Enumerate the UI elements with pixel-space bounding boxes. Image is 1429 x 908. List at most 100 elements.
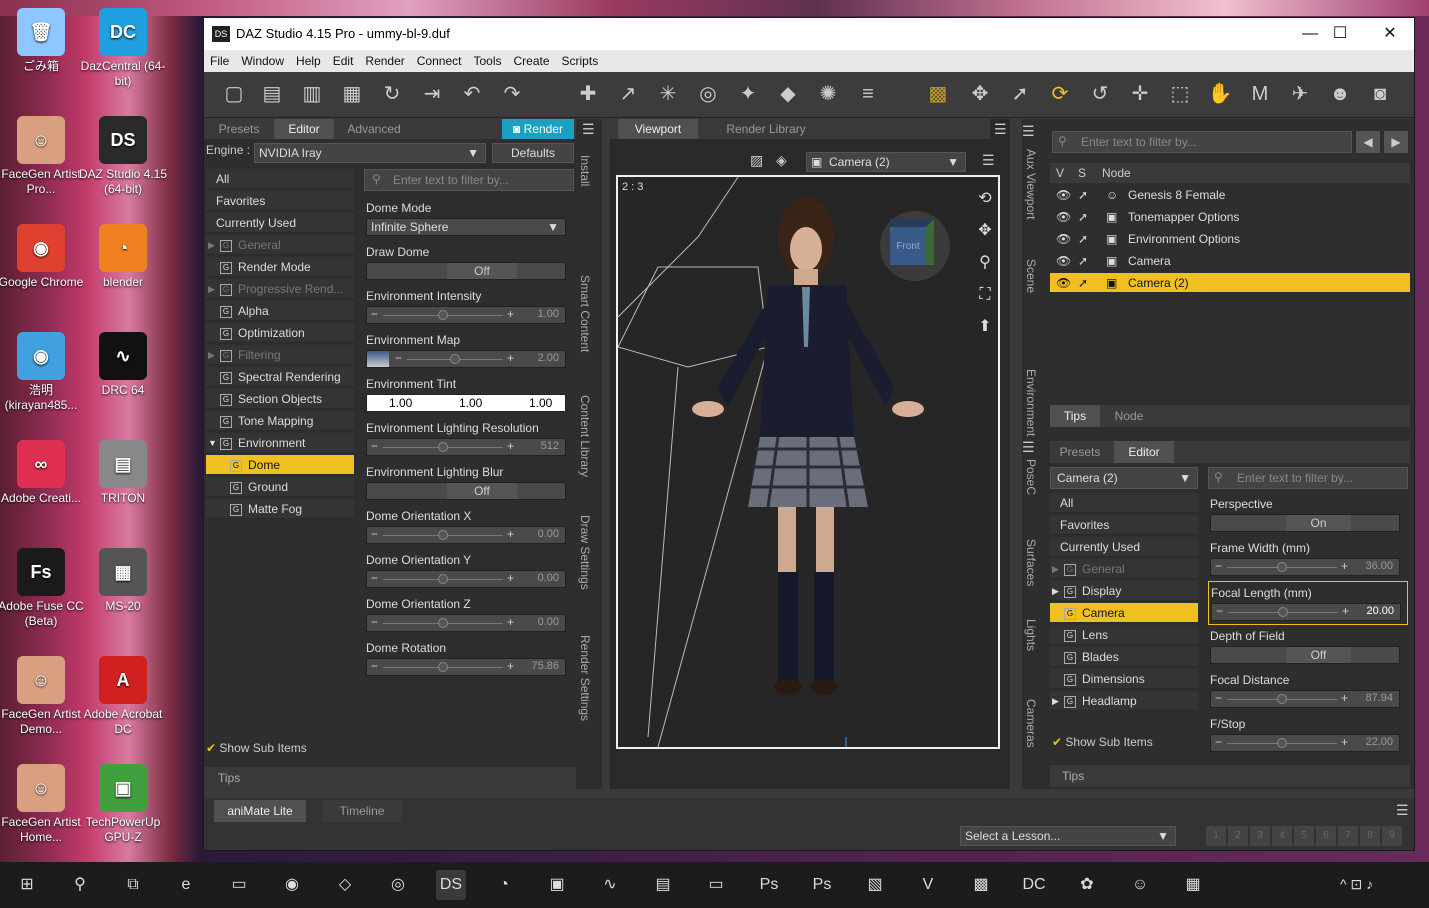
property-slider[interactable]: − +0.00: [366, 570, 566, 588]
side-tab[interactable]: Scene: [1024, 259, 1038, 293]
color-channel[interactable]: 1.00: [529, 396, 552, 410]
group-item[interactable]: ▶ G Filtering: [206, 345, 354, 365]
app-icon[interactable]: ▦: [1178, 870, 1208, 900]
orbit-icon[interactable]: ⟲: [974, 183, 996, 215]
group-item[interactable]: All: [1050, 493, 1198, 513]
figure-icon[interactable]: ☻: [1326, 80, 1354, 108]
side-tab[interactable]: Install: [578, 155, 592, 186]
pose-tool-icon[interactable]: ↗: [614, 80, 642, 108]
group-item[interactable]: ▼ G Environment: [206, 433, 354, 453]
render-filter-input[interactable]: Enter text to filter by...: [364, 169, 574, 191]
facegen-icon[interactable]: ☺: [1125, 870, 1155, 900]
export-icon[interactable]: ⇥: [418, 80, 446, 108]
lesson-page-button[interactable]: 9: [1382, 826, 1402, 846]
task-view-icon[interactable]: ⧉: [118, 870, 148, 900]
menu-scripts[interactable]: Scripts: [556, 50, 605, 68]
lesson-page-button[interactable]: 8: [1360, 826, 1380, 846]
desktop-icon[interactable]: ∿ DRC 64: [78, 332, 168, 398]
vs-icon[interactable]: V: [913, 870, 943, 900]
lesson-page-button[interactable]: 6: [1316, 826, 1336, 846]
group-item[interactable]: ▶ G General: [1050, 559, 1198, 579]
scene-node-row[interactable]: 👁 ➚ ▣ Tonemapper Options: [1050, 207, 1410, 227]
property-toggle[interactable]: Off: [1210, 646, 1400, 664]
defaults-button[interactable]: Defaults: [492, 143, 574, 163]
show-sub-items-checkbox[interactable]: ✔ Show Sub Items: [1052, 731, 1200, 753]
chevron-right-icon[interactable]: ▶: [208, 279, 215, 298]
minus-icon[interactable]: −: [371, 439, 378, 453]
plus-icon[interactable]: +: [507, 351, 514, 365]
plus-icon[interactable]: +: [1341, 691, 1348, 705]
hand-icon[interactable]: ✋: [1206, 80, 1234, 108]
merge-icon[interactable]: ▥: [298, 80, 326, 108]
side-tab[interactable]: Lights: [1024, 619, 1038, 651]
scene-next-button[interactable]: ▶: [1384, 131, 1408, 153]
pan-icon[interactable]: ✥: [974, 215, 996, 247]
translate-icon[interactable]: ✛: [1126, 80, 1154, 108]
viewport-options-icon[interactable]: ☰: [982, 152, 995, 169]
group-item[interactable]: G Blades: [1050, 647, 1198, 667]
slider-handle[interactable]: [438, 618, 448, 628]
slider-handle[interactable]: [1277, 738, 1287, 748]
desktop-icon[interactable]: ☺ FaceGen Artist Demo...: [0, 656, 86, 737]
group-item[interactable]: G Ground: [206, 477, 354, 497]
eye-icon[interactable]: 👁: [1056, 207, 1071, 226]
app-icon[interactable]: ▩: [966, 870, 996, 900]
minus-icon[interactable]: −: [371, 307, 378, 321]
add-node-icon[interactable]: ✚: [574, 80, 602, 108]
group-item[interactable]: G Alpha: [206, 301, 354, 321]
redo-icon[interactable]: ↷: [498, 80, 526, 108]
desktop-icon[interactable]: DC DazCentral (64-bit): [78, 8, 168, 89]
property-slider[interactable]: − +22.00: [1210, 734, 1400, 752]
lesson-page-button[interactable]: 7: [1338, 826, 1358, 846]
maximize-button[interactable]: ☐: [1320, 22, 1360, 46]
chevron-down-icon[interactable]: ▼: [208, 433, 217, 452]
chevron-right-icon[interactable]: ▶: [1052, 691, 1059, 710]
minus-icon[interactable]: −: [1215, 691, 1222, 705]
desktop-icon[interactable]: 🗑 ごみ箱: [0, 8, 86, 74]
side-tab[interactable]: Smart Content: [578, 275, 592, 352]
lesson-page-button[interactable]: 4: [1272, 826, 1292, 846]
tab-advanced[interactable]: Advanced: [334, 119, 414, 139]
lesson-page-button[interactable]: 1: [1206, 826, 1226, 846]
params-tips-tab[interactable]: Tips: [1050, 765, 1410, 787]
engine-dropdown[interactable]: NVIDIA Iray ▼: [254, 143, 486, 163]
reset-view-icon[interactable]: ⬆: [974, 311, 996, 343]
align-icon[interactable]: ≡: [854, 80, 882, 108]
group-item[interactable]: G Lens: [1050, 625, 1198, 645]
slider-handle[interactable]: [450, 354, 460, 364]
menu-file[interactable]: File: [204, 50, 235, 68]
scene-node-row[interactable]: 👁 ➚ ▣ Camera (2): [1050, 273, 1410, 293]
scene-node-row[interactable]: 👁 ➚ ▣ Environment Options: [1050, 229, 1410, 249]
plus-icon[interactable]: +: [1342, 604, 1349, 618]
minus-icon[interactable]: −: [1215, 559, 1222, 573]
render-frame[interactable]: 2 : 3 Front ⟲ ✥ ⚲ ⛶ ⬆: [616, 175, 1000, 749]
group-item[interactable]: Favorites: [1050, 515, 1198, 535]
frame-icon[interactable]: ⛶: [974, 279, 996, 311]
scene-menu-icon[interactable]: ☰: [1022, 123, 1035, 140]
scale-icon[interactable]: ⬚: [1166, 80, 1194, 108]
minus-icon[interactable]: −: [371, 527, 378, 541]
grid-icon[interactable]: ▩: [924, 80, 952, 108]
view-cube-face[interactable]: Front: [890, 219, 934, 265]
group-item[interactable]: G Section Objects: [206, 389, 354, 409]
property-slider[interactable]: − +0.00: [366, 526, 566, 544]
side-tab[interactable]: Surfaces: [1024, 539, 1038, 586]
slider-handle[interactable]: [438, 310, 448, 320]
slider-handle[interactable]: [1277, 694, 1287, 704]
minus-icon[interactable]: −: [1215, 735, 1222, 749]
property-slider[interactable]: − +2.00: [366, 350, 566, 368]
file-explorer-icon[interactable]: ▭: [224, 870, 254, 900]
import-icon[interactable]: ↻: [378, 80, 406, 108]
edge-icon[interactable]: e: [171, 870, 201, 900]
plus-icon[interactable]: +: [1341, 735, 1348, 749]
desktop-icon[interactable]: ▤ TRITON: [78, 440, 168, 506]
undo-icon[interactable]: ↶: [458, 80, 486, 108]
property-slider[interactable]: − +36.00: [1210, 558, 1400, 576]
slider-handle[interactable]: [1278, 607, 1288, 617]
show-sub-items-checkbox[interactable]: ✔ Show Sub Items: [206, 737, 354, 759]
side-tab[interactable]: Cameras: [1024, 699, 1038, 748]
desktop-icon[interactable]: A Adobe Acrobat DC: [78, 656, 168, 737]
tab-animate-lite[interactable]: aniMate Lite: [214, 800, 306, 822]
desktop-icon[interactable]: ◔ blender: [78, 224, 168, 290]
group-item[interactable]: All: [206, 169, 354, 189]
